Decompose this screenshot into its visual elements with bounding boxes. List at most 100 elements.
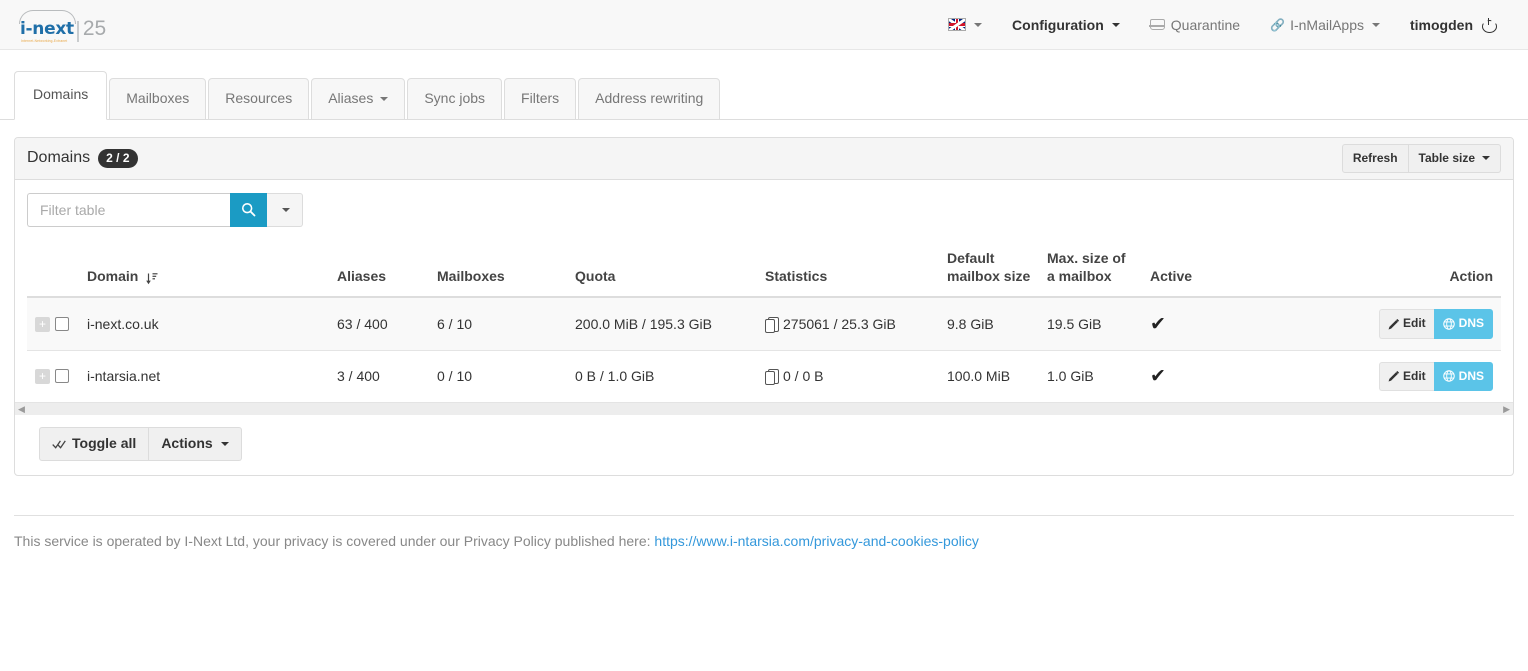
toggle-all-label: Toggle all [72, 435, 137, 452]
row-expand-cell: + [27, 349, 53, 403]
actions-button[interactable]: Actions [149, 427, 242, 462]
nav-item-quarantine[interactable]: Quarantine [1135, 0, 1255, 50]
tab-mailboxes-label: Mailboxes [126, 90, 190, 106]
row-expand-cell: + [27, 296, 53, 351]
header-quota[interactable]: Quota [567, 240, 757, 299]
scroll-left-arrow-icon[interactable]: ◀ [18, 404, 25, 414]
tab-domains[interactable]: Domains [14, 71, 108, 120]
power-icon[interactable] [1482, 18, 1495, 31]
row-select-cell [53, 349, 79, 403]
nav-item-user-label: timogden [1410, 16, 1473, 33]
panel-header: Domains 2 / 2 Refresh Table size [15, 137, 1513, 180]
header-max-mailbox-size[interactable]: Max. size of a mailbox [1039, 240, 1142, 299]
filter-options-button[interactable] [267, 192, 303, 227]
cell-action: Edit DNS [1292, 296, 1501, 351]
table-size-button[interactable]: Table size [1408, 143, 1501, 173]
cell-max-mailbox-size: 1.0 GiB [1039, 349, 1142, 403]
header-statistics[interactable]: Statistics [757, 240, 939, 299]
tab-address-rewriting[interactable]: Address rewriting [578, 78, 721, 120]
scroll-right-arrow-icon[interactable]: ▶ [1503, 404, 1510, 414]
brand-logo[interactable]: i-next Internet-Networking-Extranet 25 [14, 0, 110, 50]
table-header-row: Domain Aliases Mailboxes Quota Statistic… [27, 240, 1501, 299]
header-aliases[interactable]: Aliases [329, 240, 429, 299]
domains-count-badge: 2 / 2 [98, 148, 138, 168]
dns-button-label: DNS [1458, 368, 1484, 383]
horizontal-scrollbar[interactable]: ◀ ▶ [15, 402, 1513, 416]
tab-bar: Domains Mailboxes Resources Aliases Sync… [0, 50, 1528, 120]
nav-item-inmailapps-label: I-nMailApps [1290, 16, 1364, 33]
filter-table-input[interactable] [27, 192, 230, 227]
nav-item-user[interactable]: timogden [1395, 0, 1510, 50]
cell-default-mailbox-size: 9.8 GiB [939, 296, 1039, 351]
header-mailboxes-label: Mailboxes [437, 268, 505, 285]
uk-flag-icon [948, 18, 967, 31]
chevron-down-icon [1482, 156, 1490, 161]
table-size-button-label: Table size [1418, 150, 1475, 165]
nav-item-quarantine-label: Quarantine [1170, 16, 1241, 33]
navbar-right: Configuration Quarantine 🔗 I-nMailApps t… [933, 0, 1510, 50]
double-check-icon [52, 440, 66, 449]
chevron-down-icon [974, 22, 983, 27]
row-action-buttons: Edit DNS [1300, 309, 1493, 339]
globe-icon [1442, 318, 1455, 330]
header-domain-label: Domain [87, 268, 139, 285]
cell-aliases: 63 / 400 [329, 296, 429, 351]
search-button[interactable] [230, 192, 267, 227]
tab-mailboxes[interactable]: Mailboxes [109, 78, 207, 120]
header-default-mailbox-size[interactable]: Default mailbox size [939, 240, 1039, 299]
cell-statistics: 275061 / 25.3 GiB [757, 296, 939, 351]
panel-title: Domains 2 / 2 [27, 148, 138, 168]
dns-button[interactable]: DNS [1433, 309, 1493, 339]
expand-row-button[interactable]: + [35, 316, 50, 332]
header-quota-label: Quota [575, 268, 616, 285]
edit-button-label: Edit [1402, 368, 1426, 383]
header-action-label: Action [1449, 268, 1493, 285]
cell-statistics-value: 0 / 0 B [783, 368, 824, 385]
search-icon [241, 203, 256, 217]
tab-filters-label: Filters [521, 90, 560, 106]
chevron-down-icon [380, 96, 389, 101]
tab-filters[interactable]: Filters [504, 78, 577, 120]
table-scroll-container: Domain Aliases Mailboxes Quota Statistic… [15, 240, 1513, 416]
header-active[interactable]: Active [1142, 240, 1292, 299]
sort-descending-icon [146, 272, 158, 286]
filter-bar [27, 192, 1501, 227]
toggle-all-button[interactable]: Toggle all [39, 427, 150, 462]
cell-statistics: 0 / 0 B [757, 349, 939, 403]
cell-active: ✔ [1142, 296, 1292, 351]
statistics-icon [765, 369, 779, 386]
row-checkbox[interactable] [55, 317, 69, 332]
edit-button-label: Edit [1402, 316, 1426, 331]
nav-item-configuration[interactable]: Configuration [997, 0, 1135, 50]
header-mailboxes[interactable]: Mailboxes [429, 240, 567, 299]
row-action-buttons: Edit DNS [1300, 361, 1493, 392]
cell-domain: i-next.co.uk [79, 296, 329, 351]
language-selector[interactable] [933, 0, 997, 50]
tab-aliases-label: Aliases [328, 90, 374, 106]
table-row: + i-ntarsia.net 3 / 400 0 / 10 0 B / 1.0… [27, 349, 1501, 403]
table-head: Domain Aliases Mailboxes Quota Statistic… [27, 240, 1501, 299]
nav-item-inmailapps[interactable]: 🔗 I-nMailApps [1255, 0, 1395, 50]
cell-statistics-value: 275061 / 25.3 GiB [783, 316, 896, 333]
table-footer-controls: Toggle all Actions [27, 415, 1501, 475]
tab-sync-jobs-label: Sync jobs [424, 90, 486, 106]
cell-action: Edit DNS [1292, 349, 1501, 403]
cell-aliases: 3 / 400 [329, 349, 429, 403]
tab-sync-jobs[interactable]: Sync jobs [407, 78, 503, 120]
privacy-policy-link[interactable]: https://www.i-ntarsia.com/privacy-and-co… [654, 533, 978, 549]
tab-resources[interactable]: Resources [208, 78, 310, 120]
cell-mailboxes: 6 / 10 [429, 296, 567, 351]
panel-header-actions: Refresh Table size [1341, 143, 1501, 173]
statistics-icon [765, 317, 779, 334]
tab-aliases[interactable]: Aliases [311, 78, 406, 120]
refresh-button[interactable]: Refresh [1341, 143, 1409, 173]
edit-button[interactable]: Edit [1378, 309, 1434, 339]
edit-button[interactable]: Edit [1378, 361, 1434, 392]
dns-button[interactable]: DNS [1433, 361, 1493, 392]
header-select [53, 240, 79, 299]
header-domain[interactable]: Domain [79, 240, 329, 299]
header-action: Action [1292, 240, 1501, 299]
expand-row-button[interactable]: + [35, 368, 50, 384]
check-icon: ✔ [1150, 313, 1166, 335]
row-checkbox[interactable] [55, 369, 69, 384]
